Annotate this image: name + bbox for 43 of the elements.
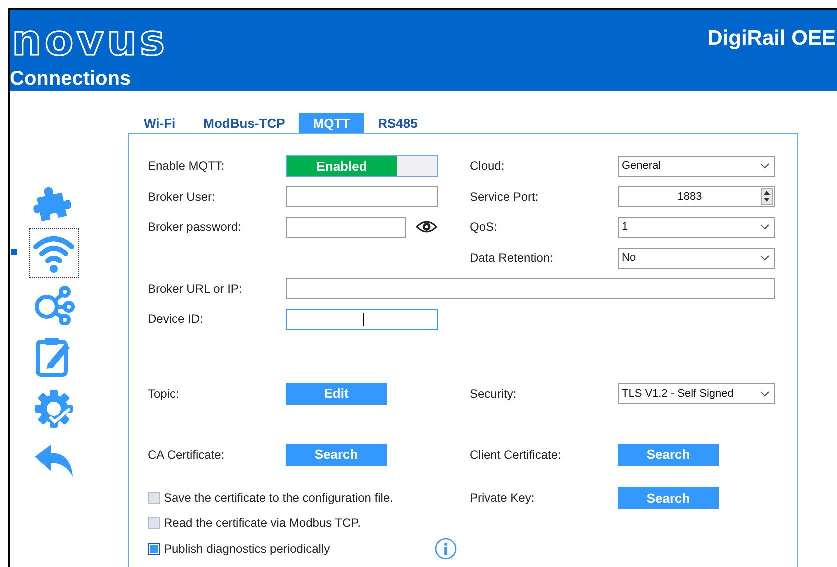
chevron-icon (760, 224, 770, 230)
chevron-icon (760, 255, 770, 262)
tab[interactable]: ModBus-TCP (190, 113, 300, 133)
input-field[interactable] (286, 278, 775, 300)
spinner-arrows-icon[interactable] (761, 188, 773, 206)
tab[interactable]: RS485 (364, 113, 432, 133)
field-label: QoS: (470, 220, 498, 234)
field-label: Broker User: (148, 190, 216, 204)
dropdown[interactable]: No (618, 248, 775, 269)
field-label: Service Port: (470, 190, 540, 204)
field-label: Security: (470, 386, 518, 401)
input-field[interactable] (286, 186, 438, 208)
wifi-icon[interactable] (29, 228, 79, 278)
checkbox-label: Read the certificate via Modbus TCP. (164, 516, 361, 530)
dropdown[interactable]: General (618, 156, 775, 177)
info-icon[interactable] (435, 538, 457, 560)
dropdown[interactable]: 1 (618, 216, 775, 238)
field-label: Broker password: (148, 220, 242, 234)
checkbox-label: Publish diagnostics periodically (164, 542, 330, 556)
checkbox[interactable] (148, 517, 160, 530)
product-title: DigiRail OEE (708, 27, 836, 51)
checkbox[interactable] (148, 492, 160, 504)
field-label: Private Key: (470, 491, 536, 506)
field-label: Broker URL or IP: (148, 282, 244, 296)
checkbox[interactable] (148, 542, 160, 555)
logo: novus (12, 21, 168, 61)
field-label: Client Certificate: (470, 448, 562, 462)
field-label: Enable MQTT: (148, 159, 226, 174)
eye-icon[interactable] (416, 220, 438, 234)
tab[interactable]: Wi-Fi (130, 113, 190, 133)
input-field[interactable] (286, 308, 438, 330)
password-field[interactable] (286, 216, 406, 238)
field-label: Topic: (148, 386, 180, 401)
chevron-icon (760, 163, 770, 170)
checkbox-label: Save the certificate to the configuration file. (164, 491, 394, 506)
dropdown[interactable]: TLS V1.2 - Self Signed (618, 383, 775, 404)
field-label: CA Certificate: (148, 448, 226, 462)
chevron-icon (760, 390, 770, 397)
field-label: Cloud: (470, 159, 506, 174)
field-label: Data Retention: (470, 251, 554, 266)
field-label: Device ID: (148, 312, 204, 326)
number-field[interactable]: 1883 (618, 186, 775, 208)
page-title: Connections (10, 68, 132, 91)
